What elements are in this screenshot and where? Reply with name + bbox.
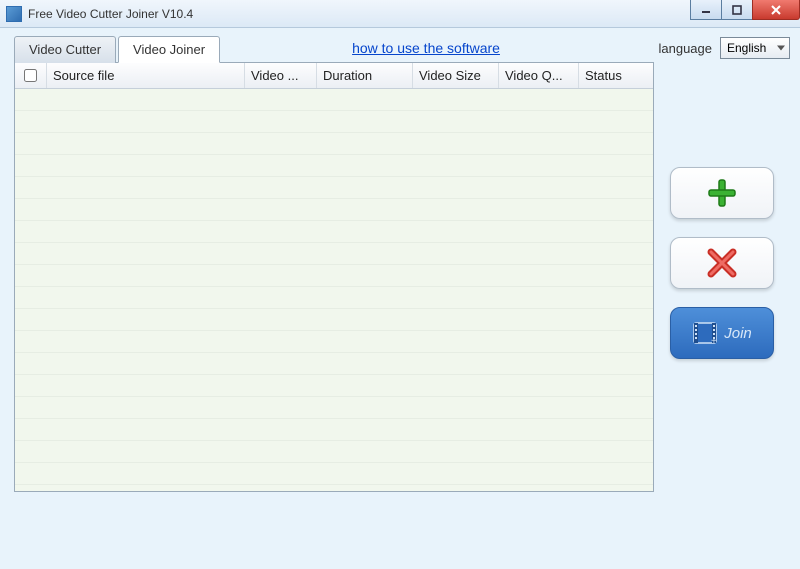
table-row <box>15 221 653 243</box>
minimize-button[interactable] <box>690 0 722 20</box>
column-duration[interactable]: Duration <box>317 63 413 88</box>
column-video-quality[interactable]: Video Q... <box>499 63 579 88</box>
language-area: language English <box>659 37 791 59</box>
app-icon <box>6 6 22 22</box>
join-button[interactable]: + Join <box>670 307 774 359</box>
maximize-button[interactable] <box>721 0 753 20</box>
side-panel: + Join <box>654 62 790 492</box>
add-file-button[interactable] <box>670 167 774 219</box>
column-video-size[interactable]: Video Size <box>413 63 499 88</box>
window-controls <box>691 0 800 20</box>
table-body[interactable] <box>15 89 653 491</box>
table-row <box>15 199 653 221</box>
table-row <box>15 353 653 375</box>
table-row <box>15 155 653 177</box>
svg-text:+: + <box>711 336 717 346</box>
film-icon: + <box>692 320 718 346</box>
chevron-down-icon <box>777 46 785 51</box>
delete-icon <box>707 248 737 278</box>
file-table: Source file Video ... Duration Video Siz… <box>14 62 654 492</box>
select-all-checkbox[interactable] <box>24 69 37 82</box>
table-row <box>15 111 653 133</box>
column-select-all <box>15 63 47 88</box>
tab-video-joiner[interactable]: Video Joiner <box>118 36 220 63</box>
table-row <box>15 287 653 309</box>
table-row <box>15 243 653 265</box>
table-row <box>15 133 653 155</box>
top-row: Video Cutter Video Joiner how to use the… <box>0 28 800 62</box>
table-row <box>15 375 653 397</box>
tab-video-cutter[interactable]: Video Cutter <box>14 36 116 63</box>
column-source-file[interactable]: Source file <box>47 63 245 88</box>
language-selected: English <box>727 41 766 55</box>
table-row <box>15 265 653 287</box>
table-row <box>15 309 653 331</box>
table-row <box>15 441 653 463</box>
table-row <box>15 89 653 111</box>
join-button-label: Join <box>724 325 752 342</box>
language-select[interactable]: English <box>720 37 790 59</box>
table-row <box>15 397 653 419</box>
column-video-format[interactable]: Video ... <box>245 63 317 88</box>
window-title: Free Video Cutter Joiner V10.4 <box>28 7 193 21</box>
table-row <box>15 419 653 441</box>
column-status[interactable]: Status <box>579 63 653 88</box>
remove-file-button[interactable] <box>670 237 774 289</box>
title-bar: Free Video Cutter Joiner V10.4 <box>0 0 800 28</box>
table-row <box>15 331 653 353</box>
content-area: Source file Video ... Duration Video Siz… <box>0 62 800 502</box>
tab-bar: Video Cutter Video Joiner <box>14 35 222 62</box>
close-button[interactable] <box>752 0 800 20</box>
language-label: language <box>659 41 713 56</box>
table-row <box>15 463 653 485</box>
help-link[interactable]: how to use the software <box>352 40 500 56</box>
table-header: Source file Video ... Duration Video Siz… <box>15 63 653 89</box>
plus-icon <box>706 177 738 209</box>
table-row <box>15 177 653 199</box>
